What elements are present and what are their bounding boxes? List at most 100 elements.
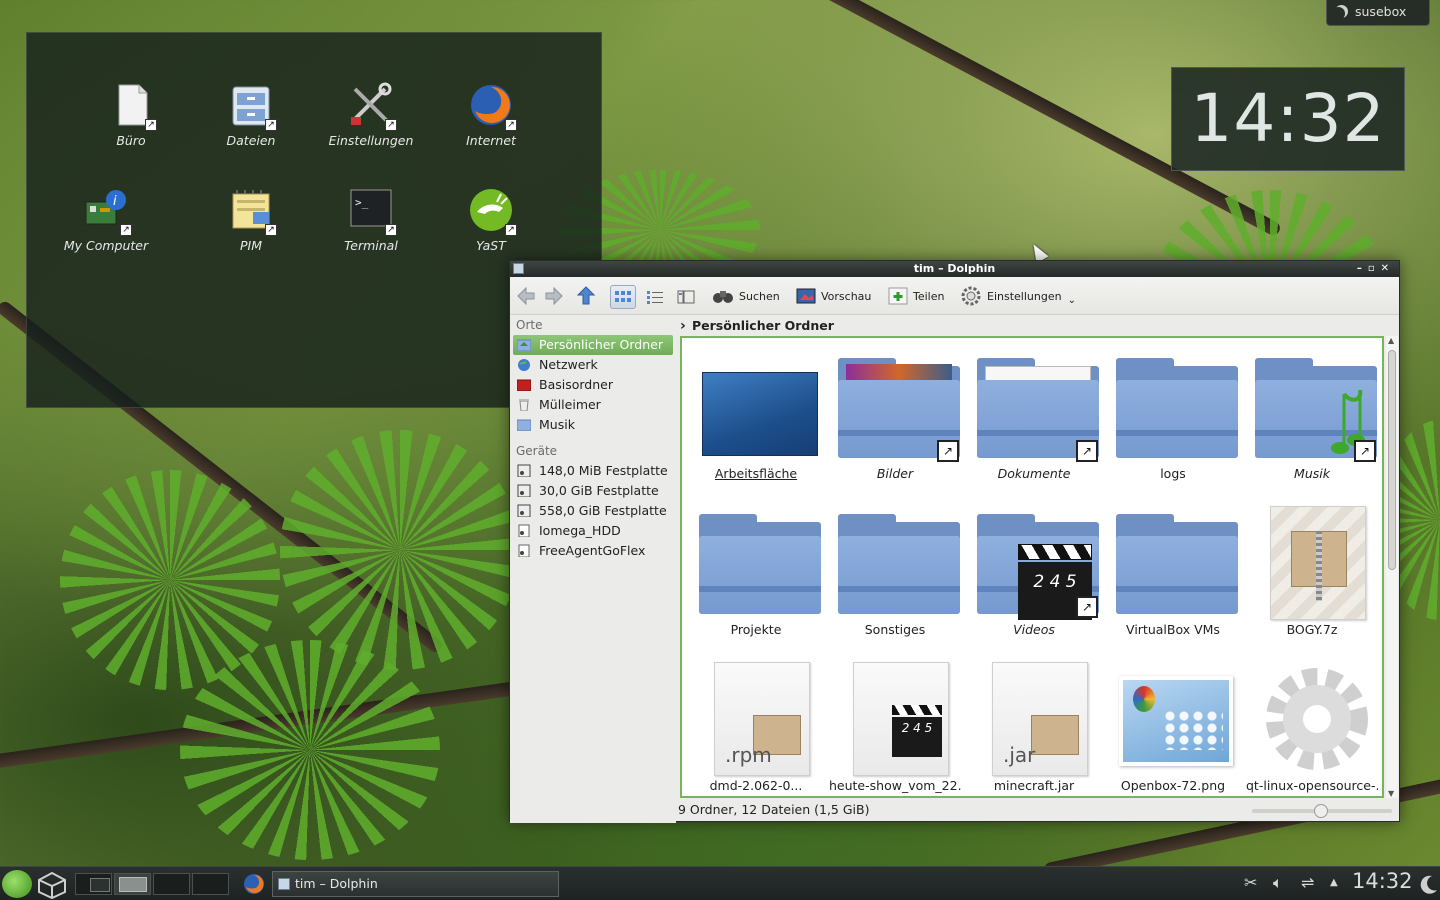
breadcrumb[interactable]: Persönlicher Ordner [678, 315, 1398, 337]
desktop-icon-label: Dateien [226, 133, 276, 148]
task-dolphin[interactable]: tim – Dolphin [272, 871, 559, 897]
device-558gib[interactable]: 558,0 GiB Festplatte [513, 501, 673, 521]
taskbar-clock[interactable]: 14:32 [1352, 869, 1413, 893]
dolphin-app-icon [513, 263, 524, 274]
moon-icon[interactable] [1420, 874, 1438, 894]
place-music[interactable]: Musik [513, 415, 673, 435]
folder-icon [1116, 514, 1238, 614]
device-freeagent[interactable]: FreeAgentGoFlex [513, 541, 673, 561]
scroll-down-icon[interactable]: ▼ [1388, 789, 1394, 798]
item-bogy-7z[interactable]: BOGY.7z [1246, 504, 1378, 637]
place-root[interactable]: Basisordner [513, 375, 673, 395]
forward-button[interactable] [544, 285, 569, 307]
item-sonstiges[interactable]: Sonstiges [829, 504, 961, 637]
close-icon[interactable]: ✕ [1381, 263, 1395, 274]
icons-view-button[interactable] [610, 285, 636, 309]
desktop-icon-my-computer[interactable]: i ↗ My Computer [55, 186, 157, 253]
desktop-icon-label: Terminal [344, 238, 398, 253]
desktop-icon-label: PIM [239, 238, 262, 253]
panel-splitter[interactable] [676, 315, 678, 823]
item-projekte[interactable]: Projekte [690, 504, 822, 637]
item-openbox-png[interactable]: Openbox-72.png [1107, 660, 1239, 793]
place-trash[interactable]: Mülleimer [513, 395, 673, 415]
tools-icon: ↗ [347, 81, 397, 131]
preview-button[interactable]: Vorschau [796, 285, 871, 307]
place-label: Mülleimer [539, 397, 601, 412]
desktop-icon-dateien[interactable]: ↗ Dateien [201, 81, 301, 148]
item-arbeitsflaeche[interactable]: Arbeitsfläche [690, 348, 822, 481]
minimize-icon[interactable]: – [1357, 263, 1368, 274]
back-button[interactable] [516, 285, 541, 307]
item-label: Arbeitsfläche [714, 466, 798, 481]
preview-label: Vorschau [821, 289, 872, 303]
place-network[interactable]: Netzwerk [513, 355, 673, 375]
item-minecraft-jar[interactable]: .jar minecraft.jar [968, 660, 1100, 793]
item-musik[interactable]: ↗ Musik [1246, 348, 1378, 481]
clock-widget: 14:32 [1171, 67, 1405, 171]
scrollbar-thumb[interactable] [1388, 350, 1396, 570]
share-label: Teilen [913, 289, 945, 303]
status-text: 9 Ordner, 12 Dateien (1,5 GiB) [678, 802, 870, 817]
zoom-slider-handle[interactable] [1314, 804, 1328, 818]
desktop-icon-terminal[interactable]: >_ ↗ Terminal [321, 186, 421, 253]
device-148mib[interactable]: 148,0 MiB Festplatte [513, 461, 673, 481]
device-30gib[interactable]: 30,0 GiB Festplatte [513, 481, 673, 501]
item-virtualbox-vms[interactable]: VirtualBox VMs [1107, 504, 1239, 637]
gear-icon [961, 286, 981, 306]
task-label: tim – Dolphin [295, 876, 378, 891]
details-view-button[interactable] [642, 285, 668, 309]
item-videos[interactable]: 2 4 5 ↗ Videos [968, 504, 1100, 637]
item-dmd-rpm[interactable]: .rpm dmd-2.062-0... [690, 660, 822, 793]
desktop-icon-yast[interactable]: ↗ YaST [441, 186, 541, 253]
home-folder-icon [517, 339, 531, 351]
folder-icon [699, 514, 821, 614]
klipper-scissors-icon[interactable]: ✂ [1244, 873, 1257, 892]
scroll-up-icon[interactable]: ▲ [1388, 336, 1394, 345]
user-name: susebox [1355, 4, 1407, 19]
settings-button[interactable]: Einstellungen ⌄ [960, 285, 1076, 307]
arrow-right-icon [545, 286, 563, 306]
volume-icon[interactable]: 🔈︎ [1273, 873, 1283, 893]
desktop-pager-2[interactable] [114, 873, 151, 895]
device-iomega[interactable]: Iomega_HDD [513, 521, 673, 541]
window-titlebar[interactable]: tim – Dolphin –▫✕ [510, 261, 1399, 277]
desktop-icon-einstellungen[interactable]: ↗ Einstellungen [321, 81, 421, 148]
desktop-icon-buero[interactable]: ↗ Büro [81, 81, 181, 148]
columns-icon [677, 290, 695, 304]
columns-view-button[interactable] [673, 285, 699, 309]
desktop-pager-4[interactable] [192, 873, 229, 895]
share-button[interactable]: Teilen [888, 285, 944, 307]
network-icon[interactable]: ⇌ [1301, 873, 1314, 892]
item-dokumente[interactable]: ↗ Dokumente [968, 348, 1100, 481]
link-arrow-icon: ↗ [385, 119, 397, 131]
search-button[interactable]: Suchen [712, 285, 780, 307]
arrow-up-icon [576, 286, 596, 305]
item-label: dmd-2.062-0... [709, 778, 803, 793]
activities-cube-icon[interactable] [36, 871, 68, 899]
desktop-pager-3[interactable] [153, 873, 190, 895]
desktop-icon-internet[interactable]: ↗ Internet [441, 81, 541, 148]
zoom-slider[interactable] [1252, 804, 1392, 818]
device-label: FreeAgentGoFlex [539, 543, 646, 558]
desktop-pager-1[interactable] [75, 873, 112, 895]
search-label: Suchen [739, 289, 780, 303]
link-arrow-icon: ↗ [505, 119, 517, 131]
user-switcher[interactable]: susebox [1326, 0, 1430, 26]
item-bilder[interactable]: ↗ Bilder [829, 348, 961, 481]
image-file-icon [1119, 676, 1233, 766]
item-logs[interactable]: logs [1107, 348, 1239, 481]
tray-expand-icon[interactable]: ▲ [1330, 877, 1338, 888]
maximize-icon[interactable]: ▫ [1368, 263, 1381, 274]
desktop-icon-pim[interactable]: ↗ PIM [201, 186, 301, 253]
item-label: BOGY.7z [1286, 622, 1338, 637]
item-heute-show[interactable]: 2 4 5 heute-show_vom_22... [829, 660, 961, 793]
item-label: Projekte [730, 622, 782, 637]
place-home[interactable]: Persönlicher Ordner [513, 335, 673, 355]
firefox-icon[interactable] [242, 872, 266, 896]
places-section-title: Orte [516, 318, 543, 332]
item-qt-linux[interactable]: qt-linux-opensource-... [1246, 660, 1378, 793]
hard-disk-icon [517, 484, 531, 497]
vertical-scrollbar[interactable]: ▲ ▼ [1386, 336, 1398, 798]
up-button[interactable] [576, 285, 601, 307]
application-launcher-icon[interactable] [2, 870, 32, 898]
